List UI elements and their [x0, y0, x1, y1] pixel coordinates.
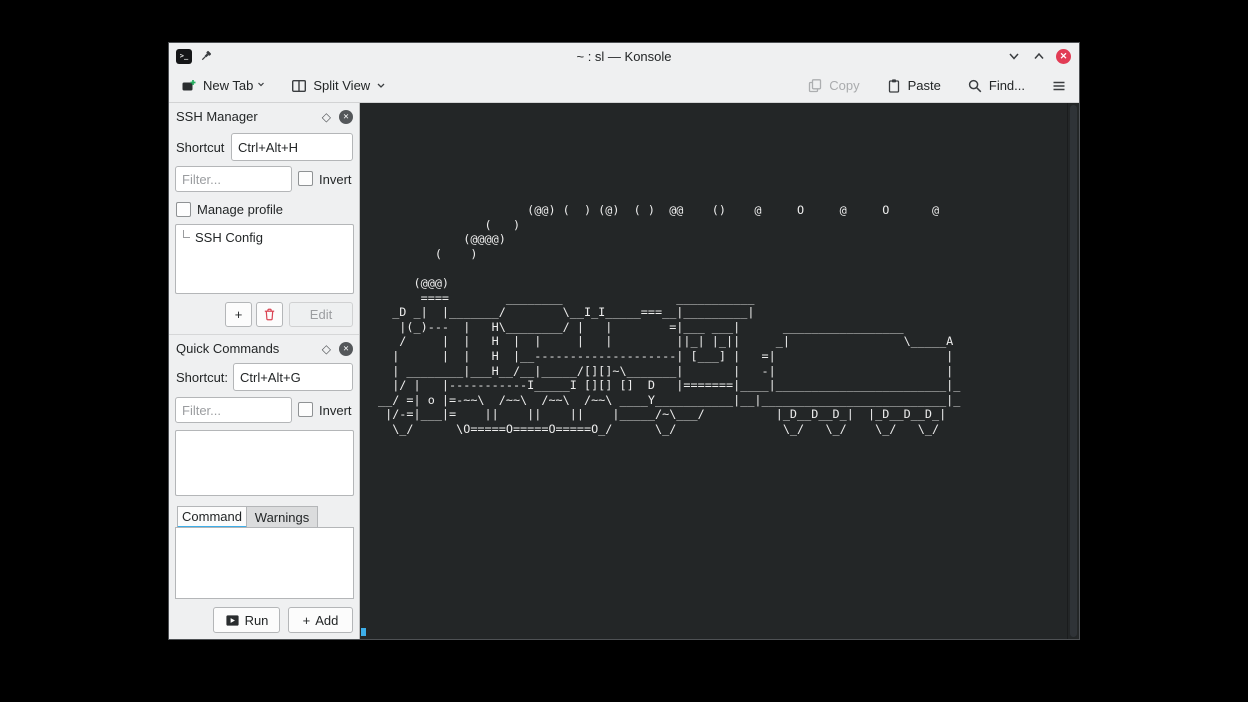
- new-tab-dropdown-icon: [257, 76, 265, 91]
- scrollbar-handle[interactable]: [1070, 105, 1077, 637]
- run-icon: [225, 613, 240, 628]
- ssh-remove-button[interactable]: [256, 302, 283, 327]
- tab-command[interactable]: Command: [177, 506, 247, 528]
- qc-filter-input[interactable]: [175, 397, 292, 423]
- konsole-window: >_ ~ : sl — Konsole ✕: [168, 42, 1080, 640]
- manage-profile-label: Manage profile: [197, 202, 283, 217]
- window-title: ~ : sl — Konsole: [169, 49, 1079, 64]
- plus-icon: +: [303, 613, 311, 628]
- new-tab-button[interactable]: New Tab: [181, 76, 265, 96]
- ssh-invert-checkbox[interactable]: [298, 171, 313, 186]
- ssh-add-button[interactable]: +: [225, 302, 252, 327]
- ssh-filter-input[interactable]: [175, 166, 292, 192]
- qc-add-button[interactable]: + Add: [288, 607, 353, 633]
- split-view-icon: [291, 78, 307, 94]
- trash-icon: [262, 307, 277, 322]
- ssh-panel-close-icon[interactable]: ✕: [339, 110, 353, 124]
- terminal-display[interactable]: (@@) ( ) (@) ( ) @@ () @ O @ O @ ( ) (@@…: [360, 103, 1079, 639]
- find-button[interactable]: Find...: [967, 78, 1025, 94]
- manage-profile-checkbox[interactable]: [176, 202, 191, 217]
- minimize-button[interactable]: [1006, 48, 1022, 64]
- copy-button[interactable]: Copy: [807, 78, 859, 94]
- main-toolbar: New Tab Split View Copy: [169, 69, 1079, 103]
- split-view-button[interactable]: Split View: [291, 78, 386, 94]
- qc-panel-float-icon[interactable]: ◇: [322, 343, 331, 356]
- ssh-shortcut-label: Shortcut: [176, 140, 224, 155]
- panel-splitter[interactable]: [169, 334, 359, 335]
- copy-icon: [807, 78, 823, 94]
- qc-invert-label: Invert: [319, 403, 352, 418]
- ssh-invert-label: Invert: [319, 172, 352, 187]
- konsole-app-icon[interactable]: >_: [176, 49, 192, 64]
- pin-icon[interactable]: [199, 49, 213, 63]
- desktop-background: >_ ~ : sl — Konsole ✕: [0, 0, 1248, 702]
- maximize-button[interactable]: [1031, 48, 1047, 64]
- titlebar[interactable]: >_ ~ : sl — Konsole ✕: [169, 43, 1079, 69]
- terminal-scrollbar[interactable]: [1067, 103, 1079, 639]
- sidebar: SSH Manager ◇ ✕ Shortcut Invert Manage p…: [169, 103, 360, 639]
- tab-warnings[interactable]: Warnings: [247, 506, 318, 528]
- ssh-profile-tree[interactable]: SSH Config: [175, 224, 354, 294]
- quick-commands-panel-title: Quick Commands: [176, 341, 279, 357]
- split-view-dropdown-icon: [376, 78, 386, 93]
- hamburger-menu-icon: [1051, 78, 1067, 94]
- terminal-ascii-art: (@@) ( ) (@) ( ) @@ () @ O @ O @ ( ) (@@…: [378, 203, 960, 437]
- new-tab-icon: [181, 78, 197, 94]
- tree-item-ssh-config[interactable]: SSH Config: [176, 225, 353, 245]
- qc-command-list[interactable]: [175, 430, 354, 496]
- qc-command-editor[interactable]: [175, 527, 354, 599]
- ssh-panel-float-icon[interactable]: ◇: [322, 111, 331, 124]
- paste-button[interactable]: Paste: [886, 78, 941, 94]
- ssh-manager-panel-title: SSH Manager: [176, 109, 258, 125]
- hamburger-menu-button[interactable]: [1051, 78, 1067, 94]
- qc-shortcut-label: Shortcut:: [176, 370, 228, 385]
- session-activity-indicator: [361, 628, 366, 636]
- ssh-shortcut-input[interactable]: [231, 133, 353, 161]
- tree-branch-icon: [183, 230, 190, 238]
- qc-run-button[interactable]: Run: [213, 607, 280, 633]
- ssh-edit-button[interactable]: Edit: [289, 302, 353, 327]
- qc-invert-checkbox[interactable]: [298, 402, 313, 417]
- qc-panel-close-icon[interactable]: ✕: [339, 342, 353, 356]
- close-button[interactable]: ✕: [1056, 49, 1071, 64]
- search-icon: [967, 78, 983, 94]
- paste-icon: [886, 78, 902, 94]
- window-content: SSH Manager ◇ ✕ Shortcut Invert Manage p…: [169, 103, 1079, 639]
- qc-shortcut-input[interactable]: [233, 363, 353, 391]
